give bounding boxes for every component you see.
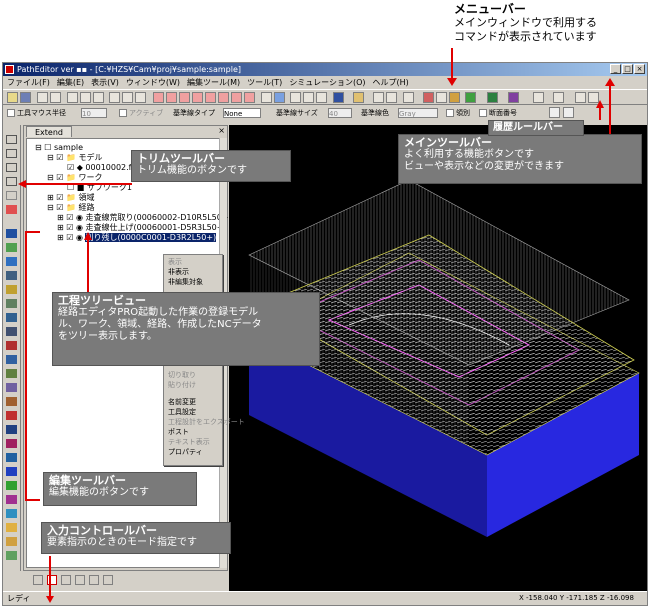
edit-bracket: [25, 231, 40, 501]
annotation-arrows: [18, 48, 615, 603]
